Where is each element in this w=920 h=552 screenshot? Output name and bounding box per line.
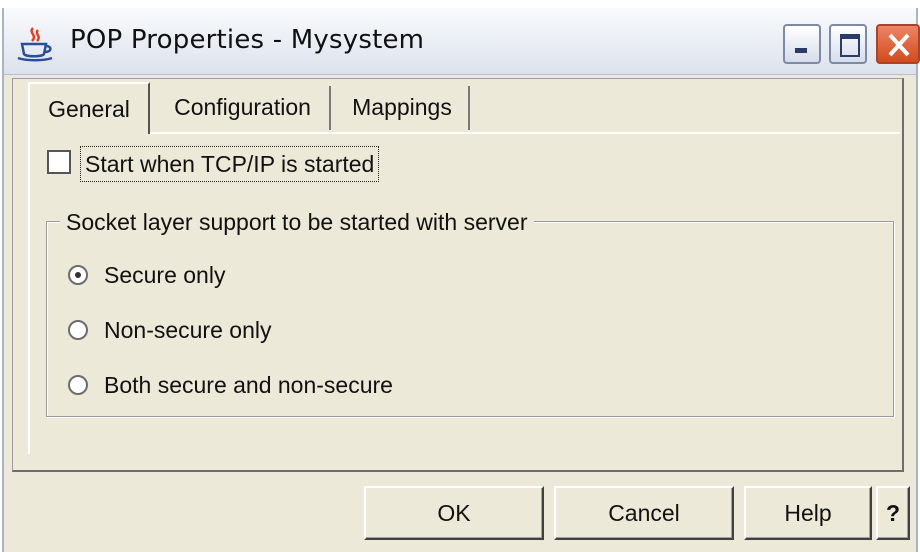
window-title: POP Properties - Mysystem	[70, 25, 425, 55]
minimize-button[interactable]	[783, 24, 821, 64]
tab-general[interactable]: General	[28, 82, 150, 134]
socket-layer-group-title: Socket layer support to be started with …	[60, 207, 534, 237]
ok-button[interactable]: OK	[364, 486, 544, 540]
title-bar[interactable]: POP Properties - Mysystem	[4, 8, 920, 75]
cancel-button[interactable]: Cancel	[554, 486, 734, 540]
java-coffee-cup-icon	[16, 26, 56, 62]
tab-mappings[interactable]: Mappings	[336, 86, 470, 130]
both-secure-radio[interactable]	[68, 375, 88, 395]
maximize-button[interactable]	[829, 24, 867, 64]
tab-configuration[interactable]: Configuration	[156, 86, 331, 130]
help-button[interactable]: Help	[744, 486, 872, 540]
non-secure-only-label[interactable]: Non-secure only	[104, 315, 271, 345]
context-help-button[interactable]: ?	[876, 486, 910, 540]
both-secure-label[interactable]: Both secure and non-secure	[104, 370, 393, 400]
start-with-tcpip-checkbox[interactable]	[47, 150, 71, 174]
secure-only-radio[interactable]	[68, 265, 88, 285]
close-icon	[888, 33, 910, 57]
secure-only-label[interactable]: Secure only	[104, 260, 225, 290]
start-with-tcpip-label[interactable]: Start when TCP/IP is started	[80, 146, 380, 182]
non-secure-only-radio[interactable]	[68, 320, 88, 340]
close-button[interactable]	[876, 24, 920, 64]
